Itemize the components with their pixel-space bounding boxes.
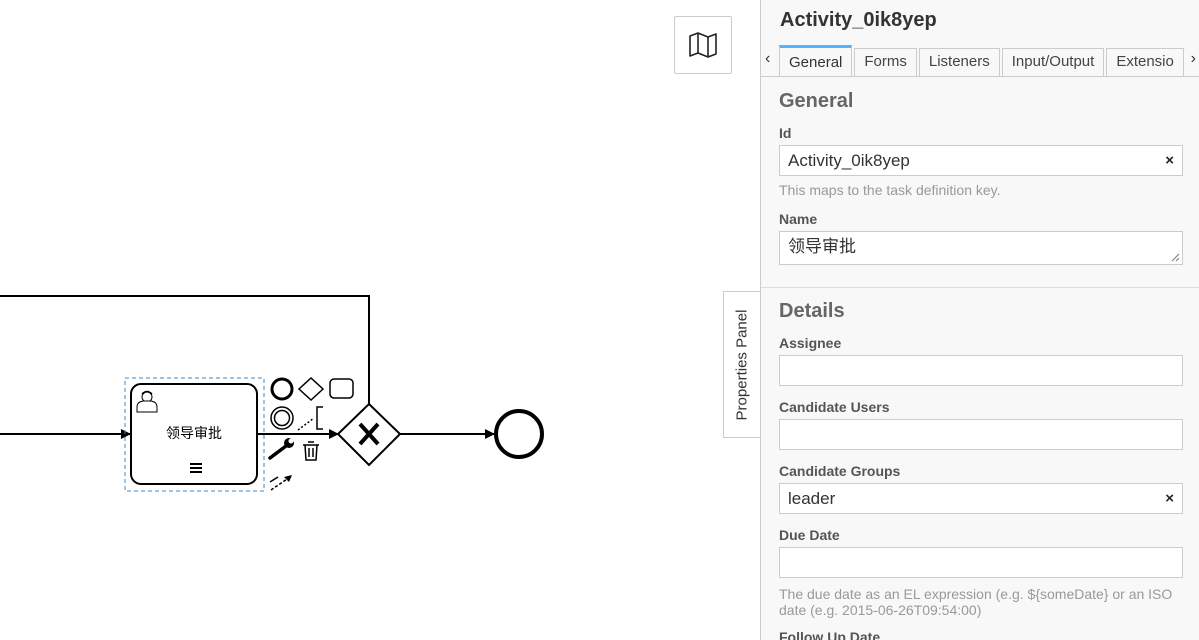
task-label: 领导审批 bbox=[166, 426, 222, 442]
properties-panel: Activity_0ik8yep ‹ General Forms Listeners… bbox=[760, 0, 1199, 640]
wrench-icon[interactable] bbox=[268, 438, 294, 460]
minimap-toggle-button[interactable] bbox=[674, 16, 732, 74]
id-label: Id bbox=[779, 125, 792, 141]
diagram-canvas[interactable]: 领导审批 Properties Panel bbox=[0, 0, 760, 640]
panel-header: Activity_0ik8yep bbox=[761, 0, 1199, 35]
assignee-label: Assignee bbox=[779, 335, 842, 351]
assignee-input[interactable] bbox=[779, 355, 1183, 386]
trash-icon[interactable] bbox=[303, 441, 319, 461]
tab-listeners[interactable]: Listeners bbox=[918, 48, 1000, 76]
name-label: Name bbox=[779, 211, 818, 227]
map-icon bbox=[689, 32, 717, 58]
properties-panel-toggle-label: Properties Panel bbox=[733, 309, 751, 420]
tab-scroll-left-icon[interactable]: ‹ bbox=[765, 50, 770, 68]
general-group: General Id Activity_0ik8yep × This maps … bbox=[761, 90, 1199, 265]
id-input[interactable]: Activity_0ik8yep × bbox=[779, 145, 1183, 176]
connect-arrow-icon[interactable] bbox=[269, 475, 292, 491]
candidate-groups-clear-icon[interactable]: × bbox=[1165, 484, 1174, 513]
bpmn-diagram[interactable]: 领导审批 bbox=[0, 0, 760, 640]
resize-handle-icon[interactable] bbox=[1171, 253, 1180, 262]
tabs-row: ‹ General Forms Listeners Input/Output Exten… bbox=[761, 44, 1199, 76]
general-group-title: General bbox=[779, 90, 854, 112]
tabs-divider bbox=[761, 76, 1199, 77]
candidate-users-label: Candidate Users bbox=[779, 399, 890, 415]
name-textarea[interactable]: 领导审批 bbox=[779, 231, 1183, 265]
id-clear-icon[interactable]: × bbox=[1165, 146, 1174, 175]
tab-forms[interactable]: Forms bbox=[854, 48, 917, 76]
properties-panel-toggle[interactable]: Properties Panel bbox=[723, 291, 760, 438]
user-task[interactable]: 领导审批 bbox=[130, 383, 258, 485]
tab-list: General Forms Listeners Input/Output Extensi… bbox=[779, 44, 1184, 76]
tab-extensions[interactable]: Extensio bbox=[1106, 48, 1184, 76]
text-annotation-icon[interactable] bbox=[297, 406, 323, 431]
id-hint: This maps to the task definition key. bbox=[779, 182, 1001, 198]
tab-general[interactable]: General bbox=[779, 45, 853, 76]
append-end-event-icon[interactable] bbox=[270, 377, 294, 401]
candidate-users-input[interactable] bbox=[779, 419, 1183, 450]
append-task-icon[interactable] bbox=[329, 378, 354, 399]
id-input-value: Activity_0ik8yep bbox=[788, 151, 910, 170]
end-event[interactable] bbox=[494, 409, 544, 459]
exclusive-gateway[interactable] bbox=[336, 402, 402, 467]
due-date-label: Due Date bbox=[779, 527, 840, 543]
candidate-groups-input[interactable]: leader × bbox=[779, 483, 1183, 514]
group-divider bbox=[761, 287, 1199, 288]
panel-title: Activity_0ik8yep bbox=[780, 9, 937, 31]
append-gateway-icon[interactable] bbox=[297, 376, 325, 402]
tab-scroll-right-icon[interactable]: › bbox=[1191, 50, 1196, 68]
details-group: Details Assignee Candidate Users Candida… bbox=[761, 300, 1199, 640]
name-textarea-value: 领导审批 bbox=[788, 237, 856, 256]
details-group-title: Details bbox=[779, 300, 845, 322]
tab-input-output[interactable]: Input/Output bbox=[1001, 48, 1105, 76]
candidate-groups-input-value: leader bbox=[788, 489, 836, 508]
candidate-groups-label: Candidate Groups bbox=[779, 463, 901, 479]
append-intermediate-event-icon[interactable] bbox=[270, 406, 294, 430]
due-date-input[interactable] bbox=[779, 547, 1183, 578]
follow-up-date-label: Follow Up Date bbox=[779, 629, 881, 640]
due-date-hint: The due date as an EL expression (e.g. $… bbox=[779, 586, 1173, 618]
